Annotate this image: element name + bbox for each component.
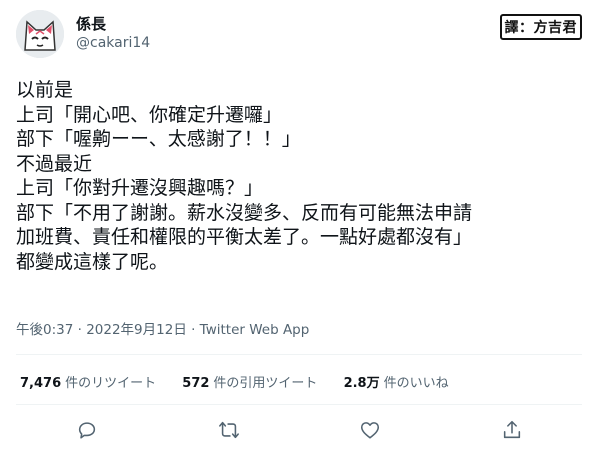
tweet-timestamp[interactable]: 午後0:37 · 2022年9月12日 · Twitter Web App xyxy=(16,318,309,338)
retweet-count-link[interactable]: 7,476 件のリツイート xyxy=(20,372,156,391)
like-count-link[interactable]: 2.8万 件のいいね xyxy=(344,372,449,391)
cat-mask-avatar-icon xyxy=(16,10,64,58)
translator-credit: 譯：方吉君 xyxy=(499,14,582,40)
tweet-line: 部下「喔齁ーー、太感謝了！！」 xyxy=(16,128,301,150)
engagement-stats: 7,476 件のリツイート 572 件の引用ツイート 2.8万 件のいいね xyxy=(20,372,471,391)
author-handle[interactable]: @cakari14 xyxy=(76,35,150,51)
share-icon xyxy=(503,420,521,439)
heart-icon xyxy=(360,422,380,439)
reply-icon xyxy=(78,422,96,439)
quote-count-label: 件の引用ツイート xyxy=(213,376,318,391)
tweet-line: 不過最近 xyxy=(16,152,93,175)
tweet-line: 以前是 xyxy=(16,79,74,101)
like-count-label: 件のいいね xyxy=(383,376,449,391)
retweet-button[interactable] xyxy=(214,415,244,445)
retweet-count-label: 件のリツイート xyxy=(65,376,157,391)
quote-count-link[interactable]: 572 件の引用ツイート xyxy=(182,372,317,391)
tweet-line: 部下「不用了謝謝。薪水沒變多、反而有可能無法申請 xyxy=(16,201,473,224)
tweet-line: 加班費、責任和權限的平衡太差了。一點好處都沒有」 xyxy=(16,226,473,248)
quote-count: 572 xyxy=(182,376,210,391)
tweet-line: 上司「開心吧、你確定升遷囉」 xyxy=(16,103,283,126)
reply-button[interactable] xyxy=(72,415,102,445)
divider xyxy=(16,354,582,355)
retweet-count: 7,476 xyxy=(20,376,62,391)
like-count: 2.8万 xyxy=(343,376,380,391)
author-display-name[interactable]: 係長 xyxy=(76,13,106,34)
tweet-line: 上司「你對升遷沒興趣嗎？」 xyxy=(16,177,264,199)
share-button[interactable] xyxy=(497,415,527,445)
tweet-text: 以前是 上司「開心吧、你確定升遷囉」 部下「喔齁ーー、太感謝了！！」 不過最近 … xyxy=(16,78,586,274)
avatar[interactable] xyxy=(16,10,64,58)
tweet-line: 都變成這樣了呢。 xyxy=(16,250,169,273)
retweet-icon xyxy=(219,421,239,439)
like-button[interactable] xyxy=(355,415,385,445)
tweet-actions xyxy=(0,415,598,445)
divider xyxy=(16,404,582,405)
